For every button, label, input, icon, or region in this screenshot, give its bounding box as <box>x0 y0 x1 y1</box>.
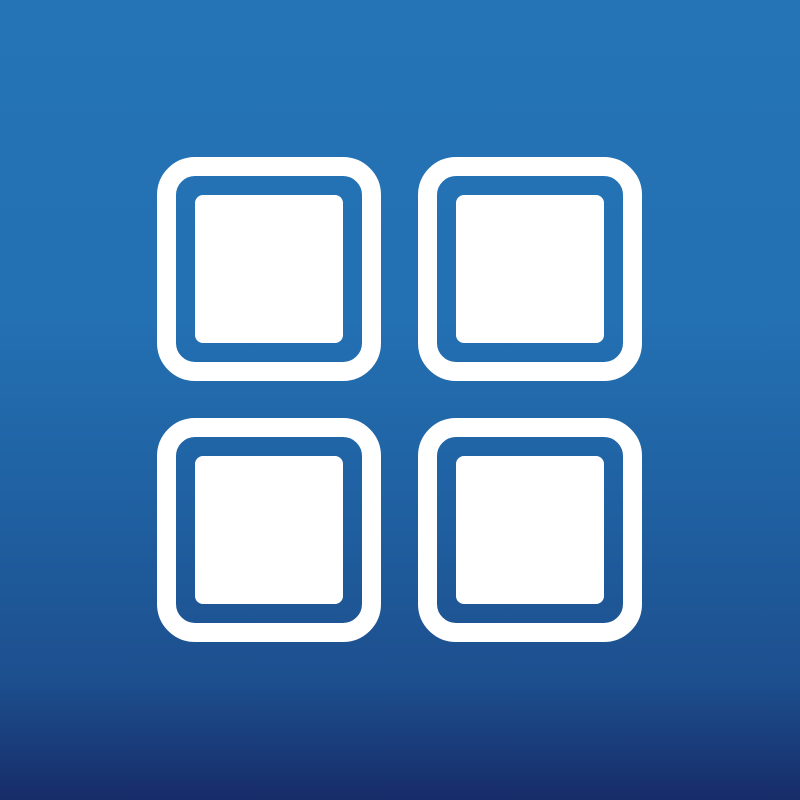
grid-tile-fill <box>456 456 604 604</box>
grid-tile-fill <box>195 456 343 604</box>
grid-tile-bottom-left <box>157 418 381 642</box>
grid-tile-fill <box>456 195 604 343</box>
grid-tile-top-left <box>157 157 381 381</box>
grid-tile-bottom-right <box>418 418 642 642</box>
grid-icon <box>0 0 800 800</box>
grid-tile-top-right <box>418 157 642 381</box>
grid-tile-fill <box>195 195 343 343</box>
